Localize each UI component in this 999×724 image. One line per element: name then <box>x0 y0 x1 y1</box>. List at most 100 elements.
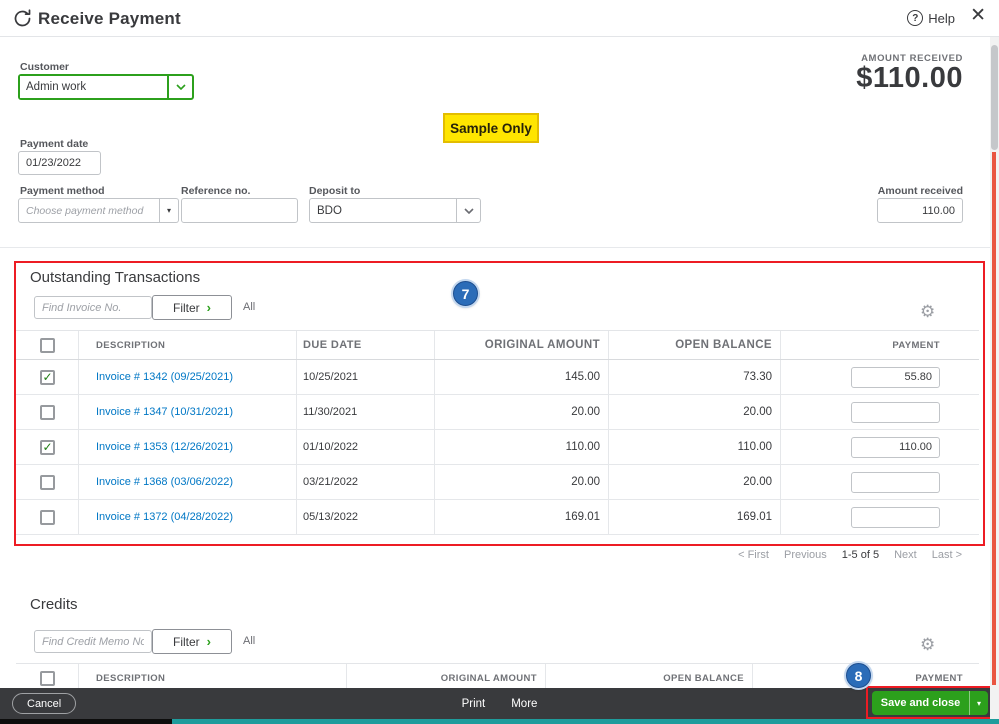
help-icon: ? <box>907 10 924 26</box>
footer-center-actions: Print More <box>462 688 538 719</box>
row-checkbox[interactable]: ✓ <box>40 509 55 525</box>
payment-date-input[interactable] <box>18 151 101 175</box>
invoice-link[interactable]: Invoice # 1347 (10/31/2021) <box>96 406 233 418</box>
payment-method-placeholder[interactable]: Choose payment method <box>18 198 160 223</box>
invoice-link[interactable]: Invoice # 1368 (03/06/2022) <box>96 476 233 488</box>
payment-input[interactable] <box>851 506 940 528</box>
payment-input[interactable] <box>851 401 940 423</box>
header-bar: Receive Payment ? Help ✕ <box>0 0 999 37</box>
open-balance-cell: 20.00 <box>608 395 780 429</box>
invoice-link[interactable]: Invoice # 1342 (09/25/2021) <box>96 371 233 383</box>
outstanding-filter-button[interactable]: Filter › <box>152 295 232 320</box>
due-date-cell: 05/13/2022 <box>296 500 434 534</box>
amount-received-input[interactable] <box>877 198 963 223</box>
print-button[interactable]: Print <box>462 698 486 710</box>
pagination: < First Previous 1-5 of 5 Next Last > <box>738 549 962 561</box>
due-date-cell: 01/10/2022 <box>296 430 434 464</box>
row-checkbox[interactable]: ✓ <box>40 474 55 490</box>
credits-filter-status: All <box>243 635 256 647</box>
filter-label: Filter <box>172 634 200 649</box>
original-amount-cell: 20.00 <box>434 465 608 499</box>
row-checkbox[interactable]: ✓ <box>40 369 55 385</box>
pagination-previous[interactable]: Previous <box>784 549 827 561</box>
find-credit-memo-input[interactable] <box>34 630 152 653</box>
original-amount-cell: 145.00 <box>434 360 608 394</box>
find-invoice-input[interactable] <box>34 296 152 319</box>
scrollbar-thumb[interactable] <box>991 45 998 150</box>
outstanding-gear-icon[interactable]: ⚙ <box>920 303 935 320</box>
more-button[interactable]: More <box>511 698 537 710</box>
pagination-first[interactable]: < First <box>738 549 769 561</box>
table-row: ✓ Invoice # 1368 (03/06/2022) 03/21/2022… <box>16 465 979 500</box>
payment-method-combobox[interactable]: Choose payment method ▾ <box>18 198 179 223</box>
column-due-date: DUE DATE <box>296 331 434 359</box>
reference-no-input[interactable] <box>181 198 298 223</box>
sample-only-badge: Sample Only <box>443 113 539 143</box>
table-row: ✓ Invoice # 1353 (12/26/2021) 01/10/2022… <box>16 430 979 465</box>
save-and-close-button[interactable]: Save and close ▾ <box>872 691 988 715</box>
open-balance-cell: 110.00 <box>608 430 780 464</box>
customer-input[interactable] <box>20 76 167 98</box>
credits-gear-icon[interactable]: ⚙ <box>920 636 935 653</box>
due-date-cell: 11/30/2021 <box>296 395 434 429</box>
bottom-edge-teal <box>172 719 999 724</box>
row-checkbox[interactable]: ✓ <box>40 404 55 420</box>
section-divider <box>0 247 999 248</box>
check-icon: ✓ <box>42 440 53 454</box>
help-button[interactable]: ? Help <box>907 10 955 26</box>
customer-combobox[interactable] <box>18 74 194 100</box>
payment-input[interactable] <box>851 471 940 493</box>
column-description: DESCRIPTION <box>78 331 296 359</box>
original-amount-cell: 20.00 <box>434 395 608 429</box>
due-date-cell: 10/25/2021 <box>296 360 434 394</box>
open-balance-cell: 20.00 <box>608 465 780 499</box>
table-row: ✓ Invoice # 1342 (09/25/2021) 10/25/2021… <box>16 360 979 395</box>
outstanding-transactions-title: Outstanding Transactions <box>30 269 201 286</box>
deposit-to-dropdown-icon[interactable] <box>456 199 480 222</box>
original-amount-cell: 169.01 <box>434 500 608 534</box>
vertical-scrollbar[interactable] <box>990 37 999 719</box>
payment-method-dropdown-icon[interactable]: ▾ <box>160 198 179 223</box>
column-open-balance: OPEN BALANCE <box>608 331 780 359</box>
filter-chevron-icon: › <box>206 300 211 315</box>
payment-method-label: Payment method <box>20 185 105 197</box>
table-row: ✓ Invoice # 1347 (10/31/2021) 11/30/2021… <box>16 395 979 430</box>
credits-select-all-checkbox[interactable]: ✓ <box>40 670 55 686</box>
open-balance-cell: 169.01 <box>608 500 780 534</box>
filter-chevron-icon: › <box>206 634 211 649</box>
table-row: ✓ Invoice # 1372 (04/28/2022) 05/13/2022… <box>16 500 979 535</box>
reference-no-label: Reference no. <box>181 185 251 197</box>
outstanding-filter-status: All <box>243 301 256 313</box>
credits-filter-button[interactable]: Filter › <box>152 629 232 654</box>
column-payment: PAYMENT <box>780 331 979 359</box>
row-checkbox[interactable]: ✓ <box>40 439 55 455</box>
cancel-button[interactable]: Cancel <box>12 693 77 714</box>
credits-title: Credits <box>30 596 78 613</box>
outstanding-table-header: ✓ DESCRIPTION DUE DATE ORIGINAL AMOUNT O… <box>16 330 979 360</box>
payment-input[interactable] <box>851 366 940 388</box>
column-original-amount: ORIGINAL AMOUNT <box>434 331 608 359</box>
open-balance-cell: 73.30 <box>608 360 780 394</box>
deposit-to-value: BDO <box>317 204 342 217</box>
pagination-range: 1-5 of 5 <box>841 549 880 561</box>
bottom-edge-dark <box>0 719 172 724</box>
annotation-step-7: 7 <box>453 281 478 306</box>
deposit-to-label: Deposit to <box>309 185 361 197</box>
invoice-link[interactable]: Invoice # 1353 (12/26/2021) <box>96 441 233 453</box>
due-date-cell: 03/21/2022 <box>296 465 434 499</box>
filter-label: Filter <box>172 300 200 315</box>
pagination-last[interactable]: Last > <box>932 549 962 561</box>
invoice-link[interactable]: Invoice # 1372 (04/28/2022) <box>96 511 233 523</box>
close-icon[interactable]: ✕ <box>970 6 986 25</box>
deposit-to-select[interactable]: BDO <box>309 198 481 223</box>
pagination-next[interactable]: Next <box>894 549 917 561</box>
payment-date-label: Payment date <box>20 138 89 150</box>
original-amount-cell: 110.00 <box>434 430 608 464</box>
outstanding-table: ✓ DESCRIPTION DUE DATE ORIGINAL AMOUNT O… <box>16 330 979 535</box>
select-all-checkbox[interactable]: ✓ <box>40 337 55 353</box>
scrollbar-marker <box>992 152 996 685</box>
amount-received-total: $110.00 <box>856 62 963 94</box>
customer-dropdown-icon[interactable] <box>167 76 192 98</box>
save-dropdown-icon[interactable]: ▾ <box>969 691 988 715</box>
payment-input[interactable] <box>851 436 940 458</box>
